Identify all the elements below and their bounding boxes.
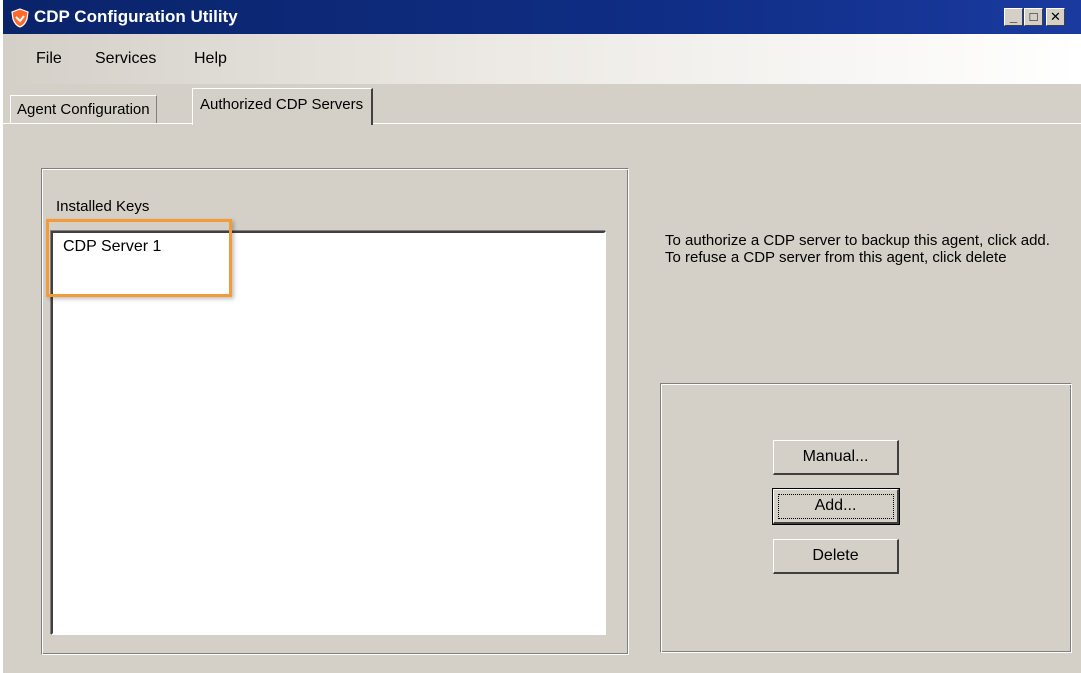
window-title: CDP Configuration Utility — [34, 7, 238, 26]
add-button[interactable]: Add... — [772, 488, 900, 525]
menu-help[interactable]: Help — [194, 50, 227, 68]
installed-keys-label: Installed Keys — [56, 198, 150, 215]
minimize-icon: _ — [1009, 9, 1018, 24]
tab-divider — [3, 123, 1081, 124]
maximize-button[interactable]: □ — [1024, 8, 1043, 26]
shield-app-icon — [11, 8, 29, 28]
cdp-configuration-window: CDP Configuration Utility _ □ ✕ File Ser… — [3, 0, 1081, 673]
menu-file[interactable]: File — [36, 50, 62, 68]
tab-agent-configuration[interactable]: Agent Configuration — [10, 95, 157, 124]
close-icon: ✕ — [1050, 9, 1061, 24]
close-button[interactable]: ✕ — [1046, 8, 1065, 26]
tab-strip: Agent Configuration Authorized CDP Serve… — [3, 84, 1081, 125]
maximize-icon: □ — [1029, 9, 1038, 24]
delete-button[interactable]: Delete — [773, 539, 899, 574]
menu-services[interactable]: Services — [95, 50, 156, 68]
add-button-wrapper: Add... — [772, 488, 900, 525]
authorization-instructions: To authorize a CDP server to backup this… — [665, 232, 1050, 266]
minimize-button[interactable]: _ — [1004, 8, 1023, 26]
manual-button[interactable]: Manual... — [773, 440, 899, 475]
title-bar[interactable]: CDP Configuration Utility _ □ ✕ — [3, 0, 1081, 34]
annotation-highlight-box — [46, 219, 232, 297]
tab-authorized-cdp-servers[interactable]: Authorized CDP Servers — [192, 88, 374, 125]
menu-bar: File Services Help — [3, 34, 1081, 84]
